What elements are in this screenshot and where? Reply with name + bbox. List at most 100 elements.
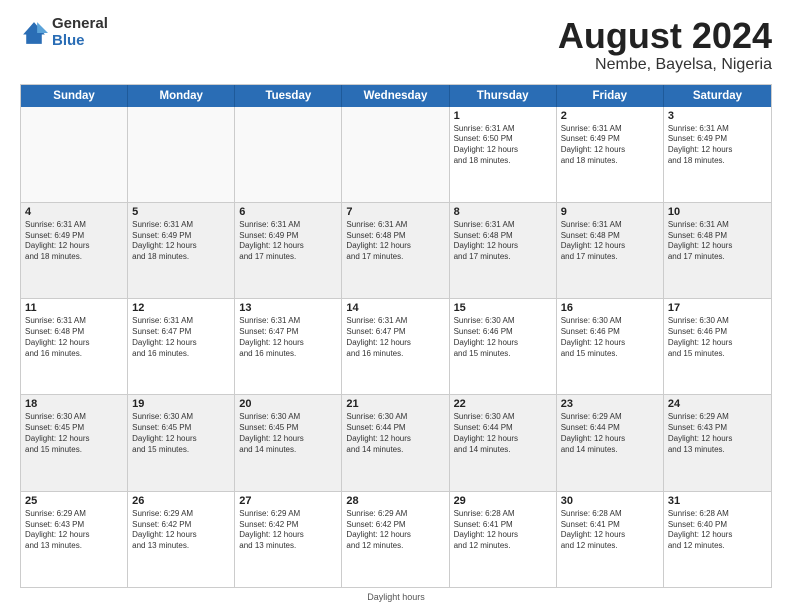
day-number: 13 [239, 302, 337, 314]
title-block: August 2024 Nembe, Bayelsa, Nigeria [558, 16, 772, 74]
day-number: 17 [668, 302, 767, 314]
cell-info: Sunrise: 6:31 AM Sunset: 6:48 PM Dayligh… [25, 316, 123, 359]
day-number: 20 [239, 398, 337, 410]
logo-blue: Blue [52, 33, 108, 50]
page: General Blue August 2024 Nembe, Bayelsa,… [0, 0, 792, 612]
calendar-cell: 16Sunrise: 6:30 AM Sunset: 6:46 PM Dayli… [557, 299, 664, 394]
day-number: 31 [668, 495, 767, 507]
day-number: 18 [25, 398, 123, 410]
logo-text: General Blue [52, 16, 108, 49]
day-number: 28 [346, 495, 444, 507]
calendar-body: 1 Sunrise: 6:31 AM Sunset: 6:50 PM Daylig… [21, 107, 771, 587]
cell-info: Sunrise: 6:30 AM Sunset: 6:46 PM Dayligh… [668, 316, 767, 359]
day-number: 29 [454, 495, 552, 507]
header-day: Saturday [664, 85, 771, 107]
day-number: 27 [239, 495, 337, 507]
cell-info: Sunrise: 6:30 AM Sunset: 6:45 PM Dayligh… [132, 412, 230, 455]
cell-info: Sunrise: 6:28 AM Sunset: 6:40 PM Dayligh… [668, 509, 767, 552]
cell-info: Sunrise: 6:31 AM Sunset: 6:48 PM Dayligh… [454, 220, 552, 263]
cell-info: Sunrise: 6:31 AM Sunset: 6:49 PM Dayligh… [239, 220, 337, 263]
cell-info: Sunrise: 6:28 AM Sunset: 6:41 PM Dayligh… [454, 509, 552, 552]
day-number: 2 [561, 110, 659, 122]
day-number: 19 [132, 398, 230, 410]
empty-cell [21, 107, 128, 202]
calendar: SundayMondayTuesdayWednesdayThursdayFrid… [20, 84, 772, 588]
header-day: Sunday [21, 85, 128, 107]
header-day: Thursday [450, 85, 557, 107]
day-number: 9 [561, 206, 659, 218]
empty-cell [342, 107, 449, 202]
calendar-cell: 8 Sunrise: 6:31 AM Sunset: 6:48 PM Daylig… [450, 203, 557, 298]
day-number: 6 [239, 206, 337, 218]
day-number: 1 [454, 110, 552, 122]
calendar-cell: 19 Sunrise: 6:30 AM Sunset: 6:45 PM Dayli… [128, 395, 235, 490]
calendar-cell: 6 Sunrise: 6:31 AM Sunset: 6:49 PM Daylig… [235, 203, 342, 298]
calendar-cell: 22Sunrise: 6:30 AM Sunset: 6:44 PM Dayli… [450, 395, 557, 490]
day-number: 15 [454, 302, 552, 314]
calendar-cell: 24Sunrise: 6:29 AM Sunset: 6:43 PM Dayli… [664, 395, 771, 490]
calendar-title: August 2024 [558, 16, 772, 56]
footer-note: Daylight hours [20, 592, 772, 602]
cell-info: Sunrise: 6:29 AM Sunset: 6:42 PM Dayligh… [346, 509, 444, 552]
calendar-cell: 28 Sunrise: 6:29 AM Sunset: 6:42 PM Dayli… [342, 492, 449, 587]
cell-info: Sunrise: 6:31 AM Sunset: 6:47 PM Dayligh… [132, 316, 230, 359]
day-number: 11 [25, 302, 123, 314]
empty-cell [235, 107, 342, 202]
calendar-header: SundayMondayTuesdayWednesdayThursdayFrid… [21, 85, 771, 107]
calendar-cell: 4 Sunrise: 6:31 AM Sunset: 6:49 PM Daylig… [21, 203, 128, 298]
cell-info: Sunrise: 6:31 AM Sunset: 6:49 PM Dayligh… [25, 220, 123, 263]
calendar-cell: 29 Sunrise: 6:28 AM Sunset: 6:41 PM Dayli… [450, 492, 557, 587]
day-number: 21 [346, 398, 444, 410]
header: General Blue August 2024 Nembe, Bayelsa,… [20, 16, 772, 74]
cell-info: Sunrise: 6:31 AM Sunset: 6:49 PM Dayligh… [561, 124, 659, 167]
cell-info: Sunrise: 6:30 AM Sunset: 6:45 PM Dayligh… [25, 412, 123, 455]
calendar-row: 11 Sunrise: 6:31 AM Sunset: 6:48 PM Dayli… [21, 299, 771, 395]
calendar-cell: 12Sunrise: 6:31 AM Sunset: 6:47 PM Dayli… [128, 299, 235, 394]
calendar-row: 4 Sunrise: 6:31 AM Sunset: 6:49 PM Daylig… [21, 203, 771, 299]
cell-info: Sunrise: 6:31 AM Sunset: 6:48 PM Dayligh… [561, 220, 659, 263]
day-number: 10 [668, 206, 767, 218]
cell-info: Sunrise: 6:28 AM Sunset: 6:41 PM Dayligh… [561, 509, 659, 552]
cell-info: Sunrise: 6:29 AM Sunset: 6:42 PM Dayligh… [132, 509, 230, 552]
calendar-cell: 7 Sunrise: 6:31 AM Sunset: 6:48 PM Daylig… [342, 203, 449, 298]
day-number: 7 [346, 206, 444, 218]
empty-cell [128, 107, 235, 202]
cell-info: Sunrise: 6:29 AM Sunset: 6:42 PM Dayligh… [239, 509, 337, 552]
calendar-cell: 27 Sunrise: 6:29 AM Sunset: 6:42 PM Dayli… [235, 492, 342, 587]
calendar-cell: 25Sunrise: 6:29 AM Sunset: 6:43 PM Dayli… [21, 492, 128, 587]
header-day: Monday [128, 85, 235, 107]
cell-info: Sunrise: 6:31 AM Sunset: 6:48 PM Dayligh… [346, 220, 444, 263]
calendar-subtitle: Nembe, Bayelsa, Nigeria [558, 56, 772, 74]
day-number: 4 [25, 206, 123, 218]
logo-general: General [52, 16, 108, 33]
day-number: 3 [668, 110, 767, 122]
calendar-row: 25Sunrise: 6:29 AM Sunset: 6:43 PM Dayli… [21, 492, 771, 587]
day-number: 14 [346, 302, 444, 314]
day-number: 23 [561, 398, 659, 410]
cell-info: Sunrise: 6:30 AM Sunset: 6:45 PM Dayligh… [239, 412, 337, 455]
day-number: 16 [561, 302, 659, 314]
cell-info: Sunrise: 6:31 AM Sunset: 6:48 PM Dayligh… [668, 220, 767, 263]
cell-info: Sunrise: 6:30 AM Sunset: 6:44 PM Dayligh… [454, 412, 552, 455]
calendar-cell: 11 Sunrise: 6:31 AM Sunset: 6:48 PM Dayli… [21, 299, 128, 394]
day-number: 8 [454, 206, 552, 218]
logo: General Blue [20, 16, 108, 49]
calendar-cell: 9 Sunrise: 6:31 AM Sunset: 6:48 PM Daylig… [557, 203, 664, 298]
calendar-cell: 31 Sunrise: 6:28 AM Sunset: 6:40 PM Dayli… [664, 492, 771, 587]
calendar-row: 18 Sunrise: 6:30 AM Sunset: 6:45 PM Dayli… [21, 395, 771, 491]
calendar-cell: 15 Sunrise: 6:30 AM Sunset: 6:46 PM Dayli… [450, 299, 557, 394]
cell-info: Sunrise: 6:30 AM Sunset: 6:46 PM Dayligh… [454, 316, 552, 359]
cell-info: Sunrise: 6:29 AM Sunset: 6:44 PM Dayligh… [561, 412, 659, 455]
calendar-cell: 3Sunrise: 6:31 AM Sunset: 6:49 PM Daylig… [664, 107, 771, 202]
cell-info: Sunrise: 6:29 AM Sunset: 6:43 PM Dayligh… [668, 412, 767, 455]
cell-info: Sunrise: 6:31 AM Sunset: 6:47 PM Dayligh… [239, 316, 337, 359]
logo-icon [20, 19, 48, 47]
day-number: 25 [25, 495, 123, 507]
day-number: 30 [561, 495, 659, 507]
calendar-cell: 5Sunrise: 6:31 AM Sunset: 6:49 PM Daylig… [128, 203, 235, 298]
calendar-cell: 14Sunrise: 6:31 AM Sunset: 6:47 PM Dayli… [342, 299, 449, 394]
calendar-cell: 13 Sunrise: 6:31 AM Sunset: 6:47 PM Dayli… [235, 299, 342, 394]
cell-info: Sunrise: 6:31 AM Sunset: 6:50 PM Dayligh… [454, 124, 552, 167]
calendar-cell: 26Sunrise: 6:29 AM Sunset: 6:42 PM Dayli… [128, 492, 235, 587]
calendar-cell: 17 Sunrise: 6:30 AM Sunset: 6:46 PM Dayli… [664, 299, 771, 394]
